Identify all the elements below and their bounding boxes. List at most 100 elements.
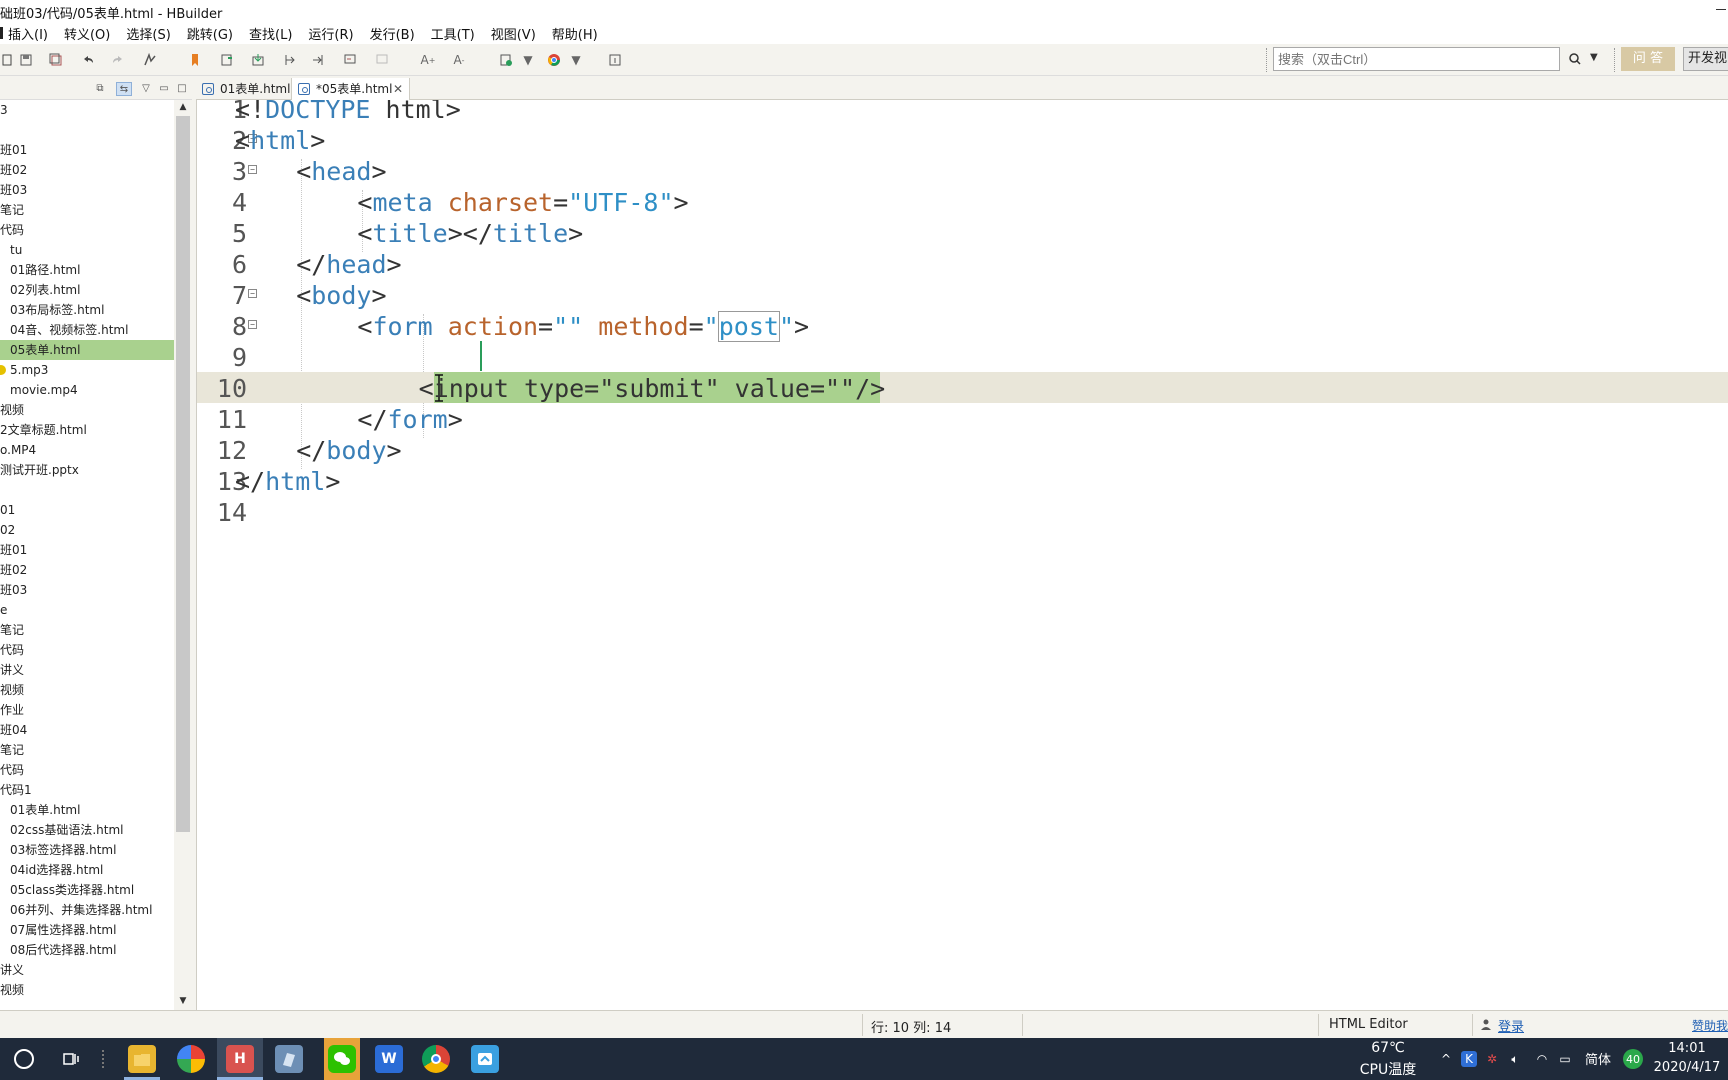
tree-item[interactable]: 视频	[0, 680, 174, 700]
menu-item[interactable]: 运行(R)	[300, 24, 361, 43]
tree-item[interactable]: 测试开班.pptx	[0, 460, 174, 480]
word-app-icon[interactable]: W	[375, 1045, 403, 1073]
run-icon[interactable]	[498, 52, 514, 68]
tree-item[interactable]: 01	[0, 500, 174, 520]
tree-item[interactable]: 笔记	[0, 740, 174, 760]
tree-item[interactable]: 04音、视频标签.html	[0, 320, 174, 340]
import-icon[interactable]	[250, 52, 266, 68]
tree-item[interactable]: 03布局标签.html	[0, 300, 174, 320]
open-icon[interactable]	[219, 52, 235, 68]
tree-item[interactable]: o.MP4	[0, 440, 174, 460]
file-explorer-icon[interactable]	[128, 1045, 156, 1073]
tree-item[interactable]: 班01	[0, 540, 174, 560]
login-link[interactable]: 登录	[1498, 1016, 1524, 1035]
menu-item[interactable]: 查找(L)	[241, 24, 300, 43]
save-icon[interactable]	[18, 52, 34, 68]
dev-view-button[interactable]: 开发视	[1683, 47, 1728, 71]
notification-badge[interactable]: 40	[1623, 1049, 1643, 1069]
tree-item[interactable]: 讲义	[0, 660, 174, 680]
code-line[interactable]: 4 <meta charset="UTF-8">	[197, 186, 1728, 217]
save-all-icon[interactable]	[48, 52, 64, 68]
search-icon[interactable]	[1568, 52, 1582, 66]
code-line[interactable]: 11 </form>	[197, 403, 1728, 434]
tree-item[interactable]: 代码1	[0, 780, 174, 800]
redo-icon[interactable]	[110, 52, 126, 68]
code-line[interactable]: 14	[197, 496, 1728, 527]
clock-time[interactable]: 14:01	[1652, 1041, 1722, 1056]
comment-icon[interactable]	[342, 52, 358, 68]
tree-item[interactable]	[0, 120, 174, 140]
menu-item[interactable]: 视图(V)	[483, 24, 544, 43]
editor-tab[interactable]: *05表单.html ✕	[292, 78, 410, 100]
clock-date[interactable]: 2020/4/17	[1652, 1060, 1722, 1075]
code-line[interactable]: 6 </head>	[197, 248, 1728, 279]
wifi-icon[interactable]: ◠	[1534, 1051, 1550, 1067]
browser-dropdown-icon[interactable]: ▼	[568, 52, 584, 68]
code-line[interactable]: 3− <head>	[197, 155, 1728, 186]
tree-item[interactable]: 2文章标题.html	[0, 420, 174, 440]
run-dropdown-icon[interactable]: ▼	[520, 52, 536, 68]
scroll-down-icon[interactable]: ▼	[177, 996, 189, 1008]
minimize-panel-icon[interactable]: ▭	[156, 82, 172, 96]
scroll-thumb[interactable]	[176, 116, 190, 832]
volume-icon[interactable]: 🔈︎	[1507, 1051, 1523, 1067]
fold-toggle-icon[interactable]: −	[248, 289, 257, 298]
tree-item[interactable]: 06并列、并集选择器.html	[0, 900, 174, 920]
uncomment-icon[interactable]	[374, 52, 390, 68]
menu-item[interactable]: 插入(I)	[0, 24, 56, 43]
fold-toggle-icon[interactable]: −	[248, 165, 257, 174]
tree-item[interactable]: 笔记	[0, 200, 174, 220]
menu-item[interactable]: 跳转(G)	[179, 24, 241, 43]
format-icon[interactable]	[142, 52, 158, 68]
menu-item[interactable]: 发行(B)	[362, 24, 423, 43]
code-line[interactable]: 1 <!DOCTYPE html>	[197, 100, 1728, 124]
browser-preview-icon[interactable]	[546, 52, 562, 68]
tree-item[interactable]: 08后代选择器.html	[0, 940, 174, 960]
code-editor[interactable]: 1 <!DOCTYPE html> 2− <html> 3− <head> 4 <meta c…	[196, 100, 1728, 1010]
collapse-all-icon[interactable]: ⧉	[92, 82, 108, 96]
menu-item[interactable]: 选择(S)	[118, 24, 178, 43]
tree-item[interactable]: 班03	[0, 580, 174, 600]
font-decrease-icon[interactable]: A-	[451, 52, 467, 68]
undo-icon[interactable]	[80, 52, 96, 68]
code-line[interactable]: 12 </body>	[197, 434, 1728, 465]
font-increase-icon[interactable]: A +	[420, 52, 436, 68]
code-line[interactable]: 9	[197, 341, 1728, 372]
start-icon[interactable]	[14, 1049, 34, 1069]
tree-item[interactable]: movie.mp4	[0, 380, 174, 400]
new-file-icon[interactable]	[0, 52, 16, 68]
tree-item[interactable]: 班02	[0, 560, 174, 580]
sidebar-scrollbar[interactable]: ▲ ▼	[174, 100, 192, 1010]
tree-item[interactable]: 05表单.html	[0, 340, 174, 360]
scroll-up-icon[interactable]: ▲	[177, 102, 189, 114]
tree-item[interactable]: 02	[0, 520, 174, 540]
code-line[interactable]: 2− <html>	[197, 124, 1728, 155]
tree-item[interactable]: 02css基础语法.html	[0, 820, 174, 840]
notes-app-icon[interactable]	[275, 1045, 303, 1073]
search-input[interactable]	[1273, 47, 1560, 71]
code-line[interactable]: 13 </html>	[197, 465, 1728, 496]
wechat-icon[interactable]	[328, 1045, 356, 1073]
tree-item[interactable]: e	[0, 600, 174, 620]
step-icon[interactable]	[282, 52, 298, 68]
tree-item[interactable]: 班02	[0, 160, 174, 180]
menu-item[interactable]: 帮助(H)	[544, 24, 606, 43]
tree-item[interactable]: 5.mp3	[0, 360, 174, 380]
tree-item[interactable]: 07属性选择器.html	[0, 920, 174, 940]
tree-item[interactable]: 代码	[0, 220, 174, 240]
close-tab-icon[interactable]: ✕	[393, 78, 403, 100]
tree-item[interactable]: 代码	[0, 760, 174, 780]
menu-item[interactable]: 转义(O)	[56, 24, 118, 43]
minimize-icon[interactable]	[1714, 2, 1728, 16]
tree-item[interactable]: 01表单.html	[0, 800, 174, 820]
browser-app-icon[interactable]	[177, 1045, 205, 1073]
tree-item[interactable]: 视频	[0, 980, 174, 1000]
show-hidden-icons[interactable]: ^	[1438, 1051, 1454, 1067]
tree-item[interactable]	[0, 480, 174, 500]
task-view-icon[interactable]	[62, 1050, 80, 1068]
ime-indicator[interactable]: 简体	[1582, 1049, 1614, 1068]
link-editor-icon[interactable]: ⇆	[116, 82, 132, 96]
menu-item[interactable]: 工具(T)	[423, 24, 483, 43]
kugou-icon[interactable]: K	[1461, 1051, 1477, 1067]
hbuilder-icon[interactable]: H	[226, 1045, 254, 1073]
